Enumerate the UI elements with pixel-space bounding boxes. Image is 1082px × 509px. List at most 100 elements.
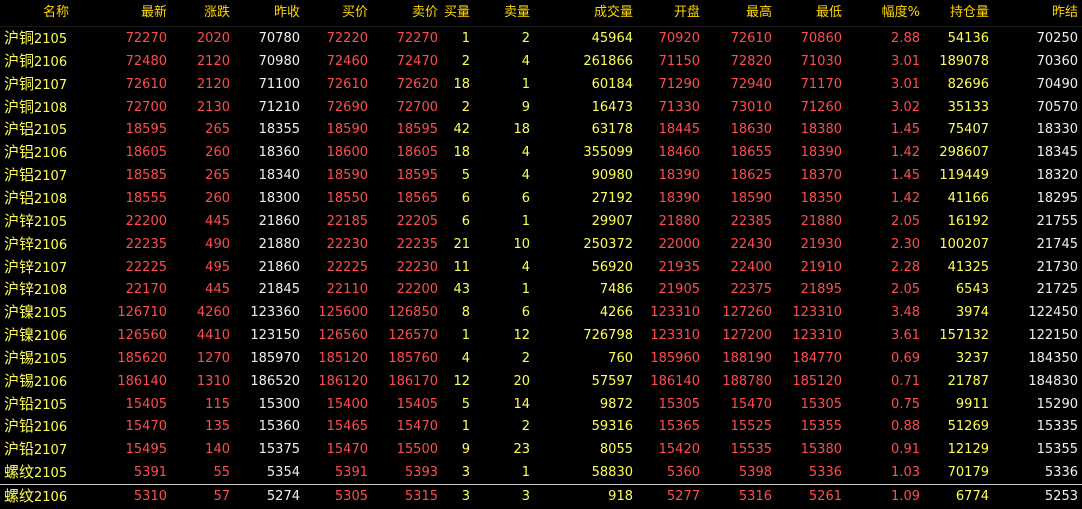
column-header-prev-settle[interactable]: 昨结 [1052,0,1078,26]
cell-open: 123310 [650,305,700,321]
cell-volume: 9872 [599,396,633,412]
table-row[interactable]: 沪铝2107 18585 265 18340 18590 18595 5 4 90980 1839… [0,164,1082,187]
table-row[interactable]: 沪锌2105 22200 445 21860 22185 22205 6 1 29907 2188… [0,210,1082,233]
column-header-prev-close[interactable]: 昨收 [274,0,300,26]
cell-bid: 22185 [326,213,368,229]
cell-prev-close: 185970 [250,350,300,366]
cell-prev-settle: 21725 [1036,282,1078,298]
cell-bid-vol: 4 [461,350,470,366]
cell-range: 1.45 [891,168,920,184]
column-header-range[interactable]: 幅度% [882,0,920,26]
cell-range: 0.88 [891,419,920,435]
cell-oi: 100207 [939,236,989,252]
cell-prev-close: 71100 [258,76,300,92]
cell-bid: 72610 [326,76,368,92]
cell-open: 22000 [658,236,700,252]
table-row[interactable]: 沪铅2107 15495 140 15375 15470 15500 9 23 8055 1542… [0,438,1082,461]
column-header-name[interactable]: 名称 [30,0,82,26]
column-header-open[interactable]: 开盘 [674,0,700,26]
cell-volume: 16473 [591,99,633,115]
table-row[interactable]: 沪铝2106 18605 260 18360 18600 18605 18 4 355099 18… [0,141,1082,164]
table-row[interactable]: 沪锌2106 22235 490 21880 22230 22235 21 10 250372 2… [0,233,1082,256]
cell-last: 72480 [125,53,167,69]
cell-change: 55 [213,465,230,481]
cell-oi: 35133 [947,99,989,115]
column-header-bid[interactable]: 买价 [342,0,368,26]
cell-range: 3.01 [891,53,920,69]
column-header-bid-vol[interactable]: 买量 [444,0,470,26]
cell-change: 265 [205,122,230,138]
cell-range: 2.05 [891,213,920,229]
cell-bid-vol: 42 [453,122,470,138]
table-row[interactable]: 沪锌2107 22225 495 21860 22225 22230 11 4 56920 219… [0,256,1082,279]
cell-volume: 4266 [599,305,633,321]
cell-prev-settle: 21730 [1036,259,1078,275]
contract-name: 螺纹2105 [4,461,67,485]
contract-product: 沪锌 [4,234,35,253]
cell-open: 185960 [650,350,700,366]
cell-range: 1.09 [891,489,920,504]
cell-oi: 9911 [955,396,989,412]
cell-high: 18630 [730,122,772,138]
table-row[interactable]: 沪铜2106 72480 2120 70980 72460 72470 2 4 261866 71… [0,50,1082,73]
cell-oi: 6543 [955,282,989,298]
cell-bid-vol: 5 [461,396,470,412]
cell-change: 265 [205,168,230,184]
contract-name: 沪铝2108 [4,187,67,211]
cell-last: 185620 [117,350,167,366]
cell-volume: 57597 [591,373,633,389]
cell-prev-close: 5354 [266,465,300,481]
table-row[interactable]: 螺纹2105 5391 55 5354 5391 5393 3 1 58830 5360 5398 5… [0,461,1082,484]
table-row[interactable]: 沪镍2105 126710 4260 123360 125600 126850 8 6 4266… [0,301,1082,324]
table-row[interactable]: 沪铅2105 15405 115 15300 15400 15405 5 14 9872 1530… [0,393,1082,416]
cell-ask: 15500 [396,442,438,458]
cell-bid-vol: 1 [461,419,470,435]
table-row[interactable]: 沪锡2106 186140 1310 186520 186120 186170 12 20 57… [0,370,1082,393]
column-header-volume[interactable]: 成交量 [594,0,633,26]
cell-bid: 18550 [326,190,368,206]
column-header-oi[interactable]: 持仓量 [950,0,989,26]
table-row[interactable]: 沪铅2106 15470 135 15360 15465 15470 1 2 59316 1536… [0,415,1082,438]
column-header-high[interactable]: 最高 [746,0,772,26]
cell-prev-close: 70980 [258,53,300,69]
cell-low: 15305 [800,396,842,412]
cell-bid-vol: 18 [453,145,470,161]
table-row[interactable]: 沪锌2108 22170 445 21845 22110 22200 43 1 7486 2190… [0,278,1082,301]
contract-product: 沪锌 [4,257,35,276]
table-row[interactable]: 沪锡2105 185620 1270 185970 185120 185760 4 2 760 1… [0,347,1082,370]
contract-product: 沪铜 [4,97,35,116]
cell-prev-settle: 184830 [1028,373,1078,389]
cell-ask-vol: 23 [513,442,530,458]
cell-bid: 15465 [326,419,368,435]
contract-name: 沪镍2105 [4,301,67,325]
column-header-low[interactable]: 最低 [816,0,842,26]
cell-high: 72820 [730,53,772,69]
contract-product: 沪铝 [4,188,35,207]
table-row[interactable]: 沪铜2108 72700 2130 71210 72690 72700 2 9 16473 713… [0,96,1082,119]
contract-month: 2105 [34,306,68,322]
cell-high: 127260 [722,305,772,321]
cell-range: 3.01 [891,76,920,92]
contract-month: 2108 [34,100,68,116]
column-header-change[interactable]: 涨跌 [204,0,230,26]
cell-ask: 18565 [396,190,438,206]
table-row[interactable]: 沪铝2108 18555 260 18300 18550 18565 6 6 27192 1839… [0,187,1082,210]
cell-range: 1.03 [891,465,920,481]
cell-bid-vol: 1 [461,31,470,46]
cell-prev-settle: 5336 [1044,465,1078,481]
table-row[interactable]: 沪铝2105 18595 265 18355 18590 18595 42 18 63178 18… [0,118,1082,141]
cell-open: 5277 [666,489,700,504]
cell-high: 22375 [730,282,772,298]
column-header-ask-vol[interactable]: 卖量 [504,0,530,26]
table-row[interactable]: 螺纹2106 5310 57 5274 5305 5315 3 3 918 5277 5316 526… [0,484,1082,507]
column-header-last[interactable]: 最新 [141,0,167,26]
table-row[interactable]: 沪铜2107 72610 2120 71100 72610 72620 18 1 60184 71… [0,73,1082,96]
table-row[interactable]: 沪铜2105 72270 2020 70780 72220 72270 1 2 45964 709… [0,27,1082,50]
table-row[interactable]: 沪镍2106 126560 4410 123150 126560 126570 1 12 726… [0,324,1082,347]
cell-ask-vol: 10 [513,236,530,252]
column-header-ask[interactable]: 卖价 [412,0,438,26]
contract-month: 2105 [34,32,68,47]
cell-volume: 45964 [591,31,633,46]
contract-product: 沪铝 [4,143,35,162]
cell-prev-close: 123360 [250,305,300,321]
